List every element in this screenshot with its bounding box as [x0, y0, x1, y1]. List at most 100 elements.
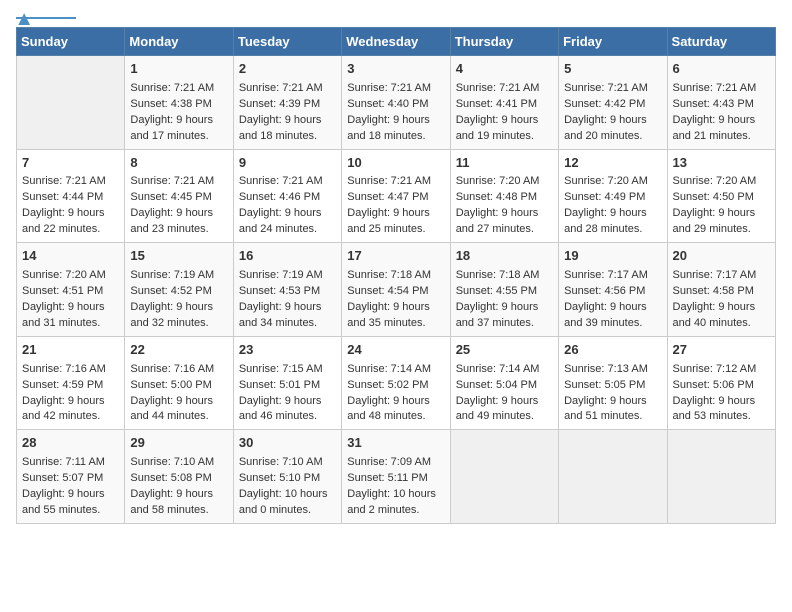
- day-number: 23: [239, 341, 336, 360]
- calendar-week-row: 28 Sunrise: 7:11 AM Sunset: 5:07 PM Dayl…: [17, 430, 776, 524]
- daylight-label: Daylight: 9 hours and 37 minutes.: [456, 301, 539, 329]
- day-number: 1: [130, 60, 227, 79]
- day-number: 24: [347, 341, 444, 360]
- daylight-label: Daylight: 9 hours and 23 minutes.: [130, 207, 213, 235]
- sunset-label: Sunset: 4:38 PM: [130, 98, 211, 110]
- sunset-label: Sunset: 4:56 PM: [564, 285, 645, 297]
- sunrise-label: Sunrise: 7:17 AM: [564, 269, 648, 281]
- day-number: 28: [22, 434, 119, 453]
- day-number: 16: [239, 247, 336, 266]
- calendar-cell: [559, 430, 667, 524]
- sunrise-label: Sunrise: 7:14 AM: [347, 363, 431, 375]
- calendar-cell: 15 Sunrise: 7:19 AM Sunset: 4:52 PM Dayl…: [125, 243, 233, 337]
- sunset-label: Sunset: 5:11 PM: [347, 472, 428, 484]
- day-number: 13: [673, 154, 770, 173]
- calendar-cell: 20 Sunrise: 7:17 AM Sunset: 4:58 PM Dayl…: [667, 243, 775, 337]
- sunset-label: Sunset: 4:50 PM: [673, 191, 754, 203]
- weekday-header: Tuesday: [233, 28, 341, 56]
- sunrise-label: Sunrise: 7:21 AM: [130, 175, 214, 187]
- sunset-label: Sunset: 4:49 PM: [564, 191, 645, 203]
- weekday-header: Saturday: [667, 28, 775, 56]
- day-number: 4: [456, 60, 553, 79]
- calendar-cell: 4 Sunrise: 7:21 AM Sunset: 4:41 PM Dayli…: [450, 56, 558, 150]
- sunrise-label: Sunrise: 7:19 AM: [130, 269, 214, 281]
- sunrise-label: Sunrise: 7:10 AM: [239, 456, 323, 468]
- daylight-label: Daylight: 10 hours and 2 minutes.: [347, 488, 436, 516]
- daylight-label: Daylight: 9 hours and 28 minutes.: [564, 207, 647, 235]
- daylight-label: Daylight: 9 hours and 29 minutes.: [673, 207, 756, 235]
- sunrise-label: Sunrise: 7:18 AM: [456, 269, 540, 281]
- calendar-cell: 19 Sunrise: 7:17 AM Sunset: 4:56 PM Dayl…: [559, 243, 667, 337]
- daylight-label: Daylight: 9 hours and 46 minutes.: [239, 395, 322, 423]
- calendar-cell: [17, 56, 125, 150]
- sunset-label: Sunset: 5:05 PM: [564, 379, 645, 391]
- sunset-label: Sunset: 4:43 PM: [673, 98, 754, 110]
- sunset-label: Sunset: 4:55 PM: [456, 285, 537, 297]
- calendar-cell: 3 Sunrise: 7:21 AM Sunset: 4:40 PM Dayli…: [342, 56, 450, 150]
- day-number: 17: [347, 247, 444, 266]
- daylight-label: Daylight: 9 hours and 19 minutes.: [456, 114, 539, 142]
- calendar-cell: [667, 430, 775, 524]
- daylight-label: Daylight: 9 hours and 53 minutes.: [673, 395, 756, 423]
- calendar-week-row: 21 Sunrise: 7:16 AM Sunset: 4:59 PM Dayl…: [17, 336, 776, 430]
- daylight-label: Daylight: 9 hours and 18 minutes.: [347, 114, 430, 142]
- sunrise-label: Sunrise: 7:21 AM: [564, 82, 648, 94]
- daylight-label: Daylight: 9 hours and 51 minutes.: [564, 395, 647, 423]
- daylight-label: Daylight: 9 hours and 32 minutes.: [130, 301, 213, 329]
- logo: ▲: [16, 16, 76, 19]
- daylight-label: Daylight: 9 hours and 18 minutes.: [239, 114, 322, 142]
- daylight-label: Daylight: 9 hours and 42 minutes.: [22, 395, 105, 423]
- sunset-label: Sunset: 5:01 PM: [239, 379, 320, 391]
- calendar-cell: 8 Sunrise: 7:21 AM Sunset: 4:45 PM Dayli…: [125, 149, 233, 243]
- calendar-cell: 14 Sunrise: 7:20 AM Sunset: 4:51 PM Dayl…: [17, 243, 125, 337]
- sunset-label: Sunset: 5:10 PM: [239, 472, 320, 484]
- calendar-cell: 2 Sunrise: 7:21 AM Sunset: 4:39 PM Dayli…: [233, 56, 341, 150]
- calendar-cell: 10 Sunrise: 7:21 AM Sunset: 4:47 PM Dayl…: [342, 149, 450, 243]
- calendar-cell: 1 Sunrise: 7:21 AM Sunset: 4:38 PM Dayli…: [125, 56, 233, 150]
- sunrise-label: Sunrise: 7:21 AM: [347, 82, 431, 94]
- sunset-label: Sunset: 5:00 PM: [130, 379, 211, 391]
- day-number: 6: [673, 60, 770, 79]
- daylight-label: Daylight: 9 hours and 24 minutes.: [239, 207, 322, 235]
- sunset-label: Sunset: 4:46 PM: [239, 191, 320, 203]
- sunset-label: Sunset: 4:40 PM: [347, 98, 428, 110]
- logo-bird-icon: ▲: [14, 8, 34, 31]
- day-number: 11: [456, 154, 553, 173]
- sunrise-label: Sunrise: 7:21 AM: [673, 82, 757, 94]
- calendar-cell: 7 Sunrise: 7:21 AM Sunset: 4:44 PM Dayli…: [17, 149, 125, 243]
- day-number: 20: [673, 247, 770, 266]
- sunset-label: Sunset: 5:07 PM: [22, 472, 103, 484]
- calendar-cell: 21 Sunrise: 7:16 AM Sunset: 4:59 PM Dayl…: [17, 336, 125, 430]
- sunset-label: Sunset: 4:45 PM: [130, 191, 211, 203]
- day-number: 15: [130, 247, 227, 266]
- weekday-header-row: SundayMondayTuesdayWednesdayThursdayFrid…: [17, 28, 776, 56]
- calendar-week-row: 1 Sunrise: 7:21 AM Sunset: 4:38 PM Dayli…: [17, 56, 776, 150]
- weekday-header: Monday: [125, 28, 233, 56]
- calendar-cell: 26 Sunrise: 7:13 AM Sunset: 5:05 PM Dayl…: [559, 336, 667, 430]
- sunrise-label: Sunrise: 7:11 AM: [22, 456, 105, 468]
- day-number: 31: [347, 434, 444, 453]
- daylight-label: Daylight: 9 hours and 35 minutes.: [347, 301, 430, 329]
- sunrise-label: Sunrise: 7:21 AM: [239, 82, 323, 94]
- calendar-cell: 23 Sunrise: 7:15 AM Sunset: 5:01 PM Dayl…: [233, 336, 341, 430]
- sunset-label: Sunset: 5:02 PM: [347, 379, 428, 391]
- calendar-cell: 27 Sunrise: 7:12 AM Sunset: 5:06 PM Dayl…: [667, 336, 775, 430]
- sunset-label: Sunset: 4:53 PM: [239, 285, 320, 297]
- calendar-cell: 13 Sunrise: 7:20 AM Sunset: 4:50 PM Dayl…: [667, 149, 775, 243]
- sunrise-label: Sunrise: 7:17 AM: [673, 269, 757, 281]
- weekday-header: Wednesday: [342, 28, 450, 56]
- daylight-label: Daylight: 9 hours and 48 minutes.: [347, 395, 430, 423]
- calendar-cell: 25 Sunrise: 7:14 AM Sunset: 5:04 PM Dayl…: [450, 336, 558, 430]
- daylight-label: Daylight: 9 hours and 20 minutes.: [564, 114, 647, 142]
- daylight-label: Daylight: 9 hours and 22 minutes.: [22, 207, 105, 235]
- day-number: 3: [347, 60, 444, 79]
- calendar-cell: 18 Sunrise: 7:18 AM Sunset: 4:55 PM Dayl…: [450, 243, 558, 337]
- daylight-label: Daylight: 9 hours and 55 minutes.: [22, 488, 105, 516]
- day-number: 18: [456, 247, 553, 266]
- sunset-label: Sunset: 5:08 PM: [130, 472, 211, 484]
- day-number: 9: [239, 154, 336, 173]
- sunrise-label: Sunrise: 7:21 AM: [22, 175, 106, 187]
- calendar-cell: 11 Sunrise: 7:20 AM Sunset: 4:48 PM Dayl…: [450, 149, 558, 243]
- day-number: 25: [456, 341, 553, 360]
- weekday-header: Sunday: [17, 28, 125, 56]
